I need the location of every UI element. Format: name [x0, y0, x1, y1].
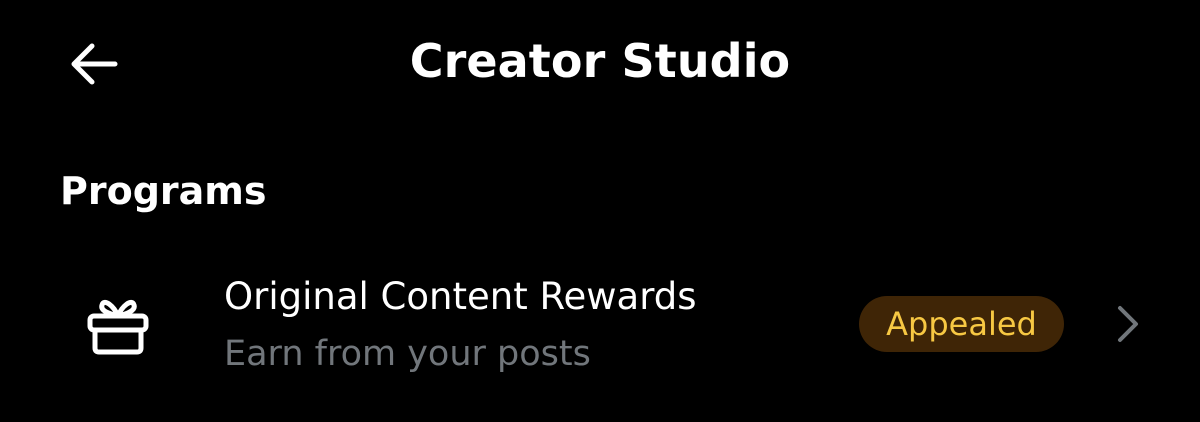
program-title: Original Content Rewards [224, 275, 697, 318]
gift-icon [86, 292, 150, 356]
section-heading-programs: Programs [60, 169, 267, 213]
page-title: Creator Studio [409, 34, 791, 88]
chevron-right-icon [1108, 302, 1148, 346]
program-subtitle: Earn from your posts [224, 334, 591, 374]
program-item-original-content-rewards[interactable]: Original Content Rewards Earn from your … [0, 258, 1200, 398]
header: Creator Studio [0, 0, 1200, 120]
status-badge: Appealed [859, 296, 1064, 352]
